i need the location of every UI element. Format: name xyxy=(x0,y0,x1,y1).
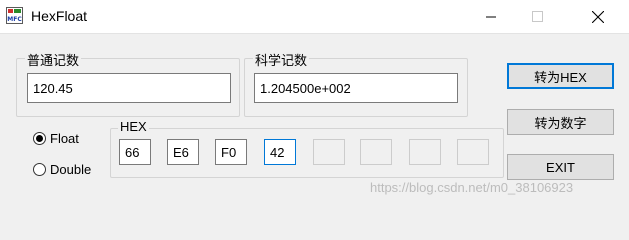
hex-byte-6[interactable] xyxy=(360,139,392,165)
window-title: HexFloat xyxy=(31,8,88,24)
double-radio-label: Double xyxy=(50,162,92,177)
to-hex-button[interactable]: 转为HEX xyxy=(507,63,614,89)
float-radio[interactable]: Float xyxy=(33,131,79,146)
watermark: https://blog.csdn.net/m0_38106923 xyxy=(370,180,574,195)
maximize-button[interactable] xyxy=(514,0,560,33)
exit-button[interactable]: EXIT xyxy=(507,154,614,180)
close-button[interactable] xyxy=(575,0,621,33)
normal-value-input[interactable]: 120.45 xyxy=(27,73,231,103)
mfc-app-icon: MFC xyxy=(6,7,23,24)
to-number-button[interactable]: 转为数字 xyxy=(507,109,614,135)
normal-notation-label: 普通记数 xyxy=(25,50,82,69)
minimize-icon xyxy=(486,16,496,17)
hex-byte-5[interactable] xyxy=(313,139,345,165)
maximize-icon xyxy=(531,11,543,22)
hex-label: HEX xyxy=(118,119,149,134)
minimize-button[interactable] xyxy=(468,0,514,33)
hex-byte-2[interactable]: E6 xyxy=(167,139,199,165)
scientific-value-input[interactable]: 1.204500e+002 xyxy=(254,73,458,103)
hex-byte-1[interactable]: 66 xyxy=(119,139,151,165)
svg-text:MFC: MFC xyxy=(7,16,22,23)
close-icon xyxy=(592,10,604,23)
hex-byte-8[interactable] xyxy=(457,139,489,165)
double-radio-indicator[interactable] xyxy=(33,163,46,176)
hex-byte-3[interactable]: F0 xyxy=(215,139,247,165)
hex-byte-7[interactable] xyxy=(409,139,441,165)
double-radio[interactable]: Double xyxy=(33,162,91,177)
title-bar[interactable]: MFC HexFloat xyxy=(0,0,629,34)
scientific-notation-label: 科学记数 xyxy=(253,50,310,69)
float-radio-label: Float xyxy=(50,131,79,146)
float-radio-indicator[interactable] xyxy=(33,132,46,145)
hex-byte-4[interactable]: 42 xyxy=(264,139,296,165)
